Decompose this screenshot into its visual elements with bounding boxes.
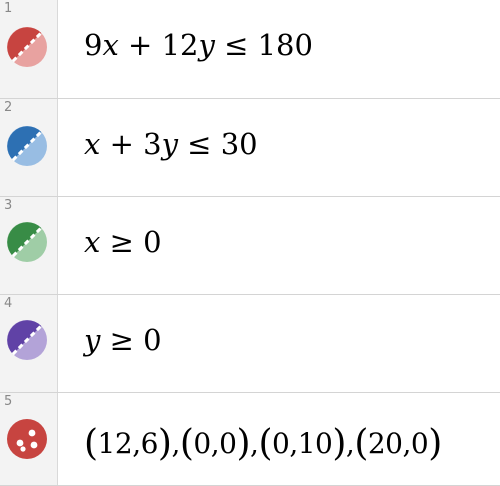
comma: ,: [402, 427, 412, 460]
inequality-style-blue-icon[interactable]: [6, 125, 48, 167]
expression-math[interactable]: x + 3y ≤ 30: [84, 127, 258, 161]
expression-gutter[interactable]: 5: [0, 393, 58, 485]
variable: y: [198, 28, 215, 62]
point-y: 0: [219, 427, 237, 460]
point-y: 0: [410, 427, 429, 460]
expression-index: 2: [4, 100, 13, 115]
expression-math[interactable]: (12,6),(0,0),(0,10),(20,0): [84, 423, 442, 464]
open-paren: (: [258, 423, 272, 464]
expression-row-2[interactable]: 2 x + 3y ≤ 30: [0, 99, 500, 197]
relation: ≤: [224, 28, 249, 62]
comma: ,: [210, 427, 220, 460]
point: (20,0): [354, 423, 442, 464]
inequality-style-green-icon[interactable]: [6, 221, 48, 263]
expression-math[interactable]: x ≥ 0: [84, 225, 162, 259]
close-paren: ): [332, 423, 346, 464]
relation: ≤: [187, 127, 212, 161]
expression-row-5[interactable]: 5 (12,6),(0,0),(0,10),(20,0): [0, 393, 500, 486]
constant: 30: [220, 127, 258, 161]
point-y: 6: [140, 427, 159, 460]
close-paren: ): [236, 423, 251, 464]
expression-gutter[interactable]: 2: [0, 99, 58, 196]
expression-gutter[interactable]: 4: [0, 295, 58, 392]
operator: +: [109, 127, 134, 161]
point: (0,10): [258, 423, 346, 464]
variable: y: [84, 323, 101, 357]
open-paren: (: [84, 423, 98, 464]
relation: ≥: [109, 323, 134, 357]
comma: ,: [289, 427, 298, 460]
points-style-red-icon[interactable]: [6, 418, 48, 460]
expression-index: 5: [4, 394, 13, 409]
constant: 0: [143, 225, 162, 259]
expression-row-4[interactable]: 4 y ≥ 0: [0, 295, 500, 393]
expression-gutter[interactable]: 3: [0, 197, 58, 294]
variable: x: [102, 28, 119, 62]
coefficient: 9: [84, 28, 103, 62]
point: (12,6): [84, 423, 172, 464]
point-x: 0: [271, 427, 290, 460]
coefficient: 3: [143, 127, 162, 161]
point: (0,0): [180, 423, 251, 464]
variable: x: [84, 225, 101, 259]
expression-math[interactable]: 9x + 12y ≤ 180: [84, 28, 313, 62]
point-y: 10: [297, 427, 333, 460]
variable: x: [84, 127, 101, 161]
point-x: 12: [97, 427, 133, 460]
relation: ≥: [109, 225, 134, 259]
expression-index: 1: [4, 1, 13, 16]
point-x: 20: [367, 427, 403, 460]
expression-index: 3: [4, 198, 13, 213]
expression-list: 1 9x + 12y ≤ 180 2 x + 3y ≤ 30 3 x ≥ 0 4…: [0, 0, 500, 486]
close-paren: ): [428, 423, 442, 464]
close-paren: ): [157, 423, 172, 464]
expression-row-1[interactable]: 1 9x + 12y ≤ 180: [0, 0, 500, 99]
expression-row-3[interactable]: 3 x ≥ 0: [0, 197, 500, 295]
expression-math[interactable]: y ≥ 0: [84, 323, 162, 357]
operator: +: [128, 28, 153, 62]
inequality-style-purple-icon[interactable]: [6, 319, 48, 361]
open-paren: (: [179, 423, 194, 464]
coefficient: 12: [161, 28, 199, 62]
point-x: 0: [193, 427, 211, 460]
expression-index: 4: [4, 296, 13, 311]
constant: 180: [257, 28, 313, 62]
constant: 0: [143, 323, 162, 357]
list-separator: ,: [171, 427, 180, 460]
open-paren: (: [354, 423, 368, 464]
expression-gutter[interactable]: 1: [0, 0, 58, 98]
comma: ,: [132, 427, 141, 460]
inequality-style-red-icon[interactable]: [6, 26, 48, 68]
variable: y: [161, 127, 178, 161]
